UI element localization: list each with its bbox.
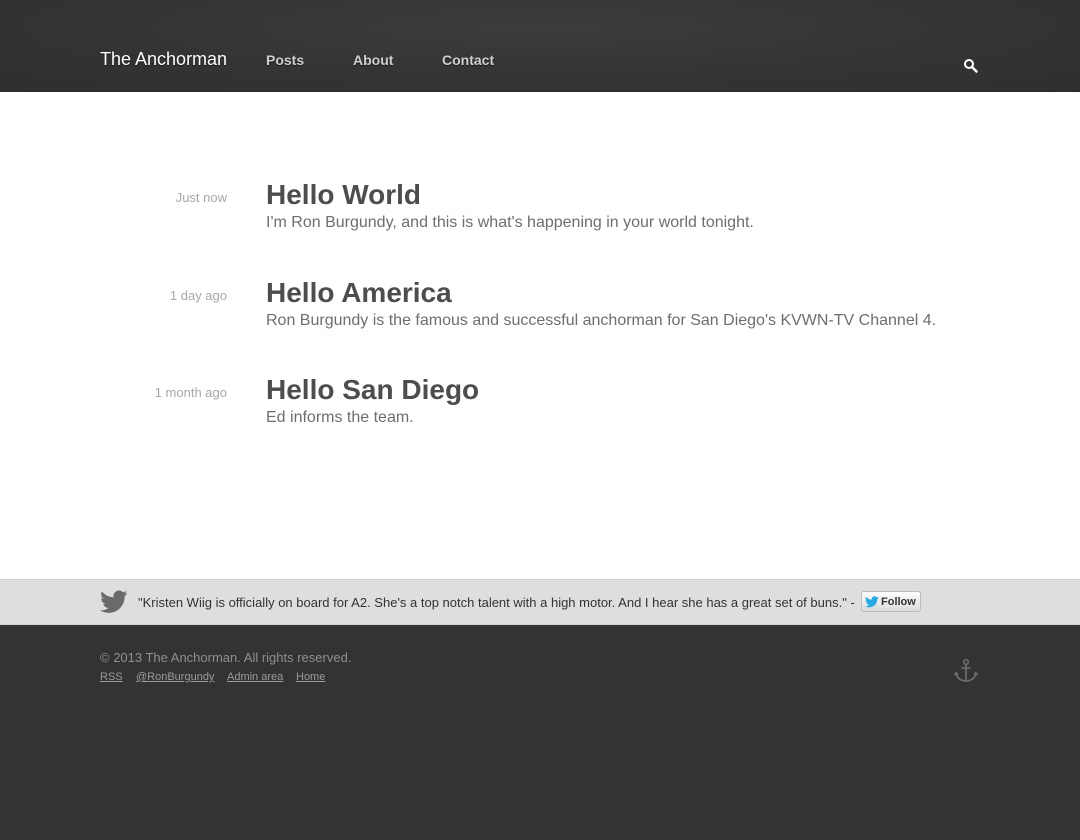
search-icon[interactable] — [963, 58, 979, 74]
anchor-icon[interactable] — [953, 658, 979, 684]
post-item: Just now Hello World I'm Ron Burgundy, a… — [0, 179, 1080, 251]
post-excerpt: Ron Burgundy is the famous and successfu… — [266, 312, 937, 329]
copyright: © 2013 The Anchorman. All rights reserve… — [100, 650, 352, 665]
site-footer: © 2013 The Anchorman. All rights reserve… — [0, 626, 1080, 840]
footer-link-home[interactable]: Home — [296, 671, 325, 683]
post-date: 1 month ago — [154, 385, 227, 400]
post-title-link[interactable]: Hello America — [266, 277, 452, 309]
footer-link-twitter[interactable]: @RonBurgundy — [136, 671, 214, 683]
footer-link-admin[interactable]: Admin area — [227, 671, 283, 683]
post-title-link[interactable]: Hello World — [266, 179, 421, 211]
footer-link-rss[interactable]: RSS — [100, 671, 123, 683]
follow-label: Follow — [881, 595, 916, 608]
post-title-link[interactable]: Hello San Diego — [266, 374, 479, 406]
site-title[interactable]: The Anchorman — [100, 49, 227, 70]
post-list: Just now Hello World I'm Ron Burgundy, a… — [0, 92, 1080, 579]
nav-posts[interactable]: Posts — [266, 52, 304, 68]
post-item: 1 day ago Hello America Ron Burgundy is … — [0, 277, 1080, 349]
post-excerpt: Ed informs the team. — [266, 409, 414, 426]
post-excerpt: I'm Ron Burgundy, and this is what's hap… — [266, 214, 754, 231]
site-header: The Anchorman Posts About Contact — [0, 0, 1080, 92]
nav-contact[interactable]: Contact — [442, 52, 494, 68]
post-item: 1 month ago Hello San Diego Ed informs t… — [0, 374, 1080, 446]
post-date: 1 day ago — [169, 288, 227, 303]
latest-tweet: "Kristen Wiig is officially on board for… — [138, 595, 855, 610]
nav-about[interactable]: About — [353, 52, 393, 68]
twitter-bar: "Kristen Wiig is officially on board for… — [0, 579, 1080, 625]
post-date: Just now — [175, 190, 227, 205]
twitter-follow-button[interactable]: Follow — [861, 591, 921, 612]
twitter-bird-icon — [100, 590, 128, 614]
twitter-bird-icon — [865, 595, 879, 607]
